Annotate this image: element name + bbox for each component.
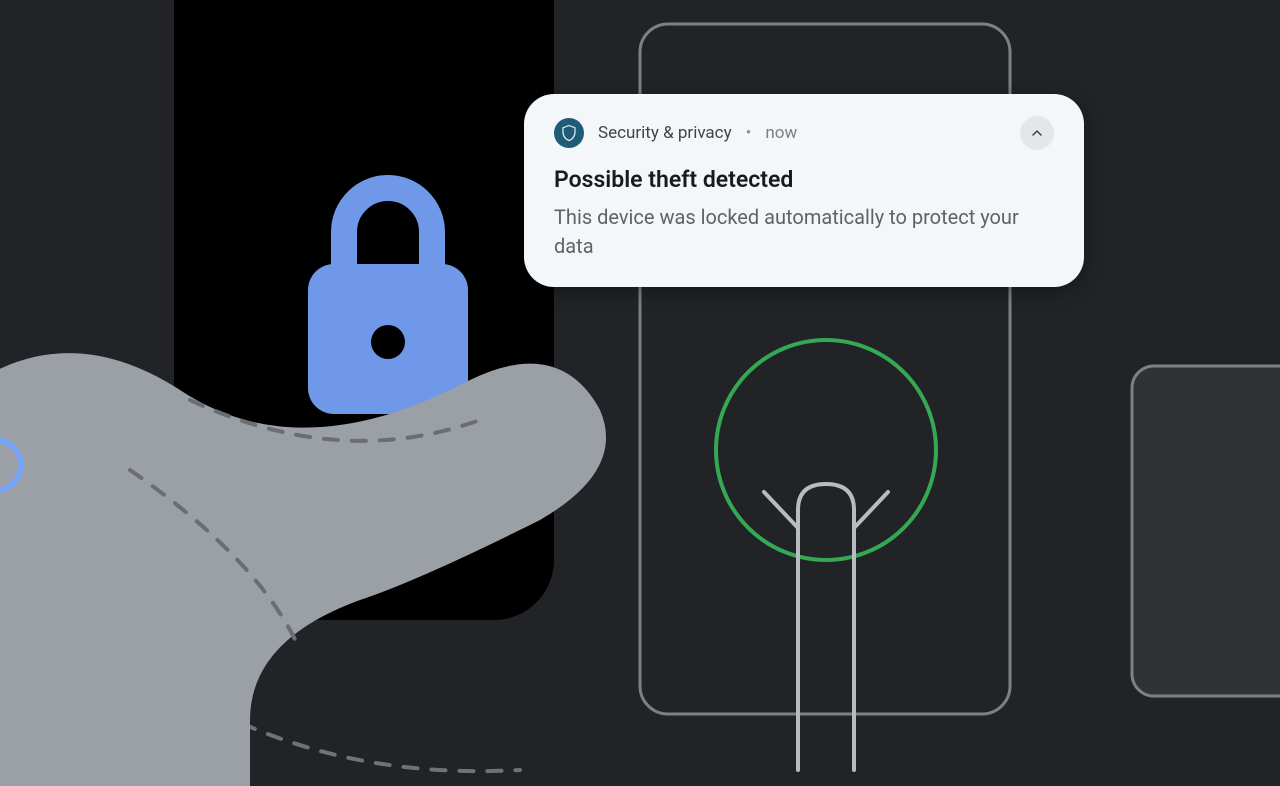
notification-separator: • <box>746 123 752 143</box>
shield-icon <box>554 118 584 148</box>
collapse-button[interactable] <box>1020 116 1054 150</box>
person-arms-up-icon <box>764 484 888 770</box>
illustration-stage: Security & privacy • now Possible theft … <box>0 0 1280 786</box>
notification-timestamp: now <box>765 123 797 143</box>
notification-body: This device was locked automatically to … <box>554 203 1054 261</box>
notification-header: Security & privacy • now <box>554 116 1054 150</box>
detection-ring <box>716 340 936 560</box>
notification-app-name: Security & privacy <box>598 123 732 143</box>
detection-ring-group <box>716 340 936 770</box>
notification-card[interactable]: Security & privacy • now Possible theft … <box>524 94 1084 287</box>
notification-title: Possible theft detected <box>554 166 1054 193</box>
chevron-up-icon <box>1029 125 1045 141</box>
side-panel <box>1132 366 1280 696</box>
